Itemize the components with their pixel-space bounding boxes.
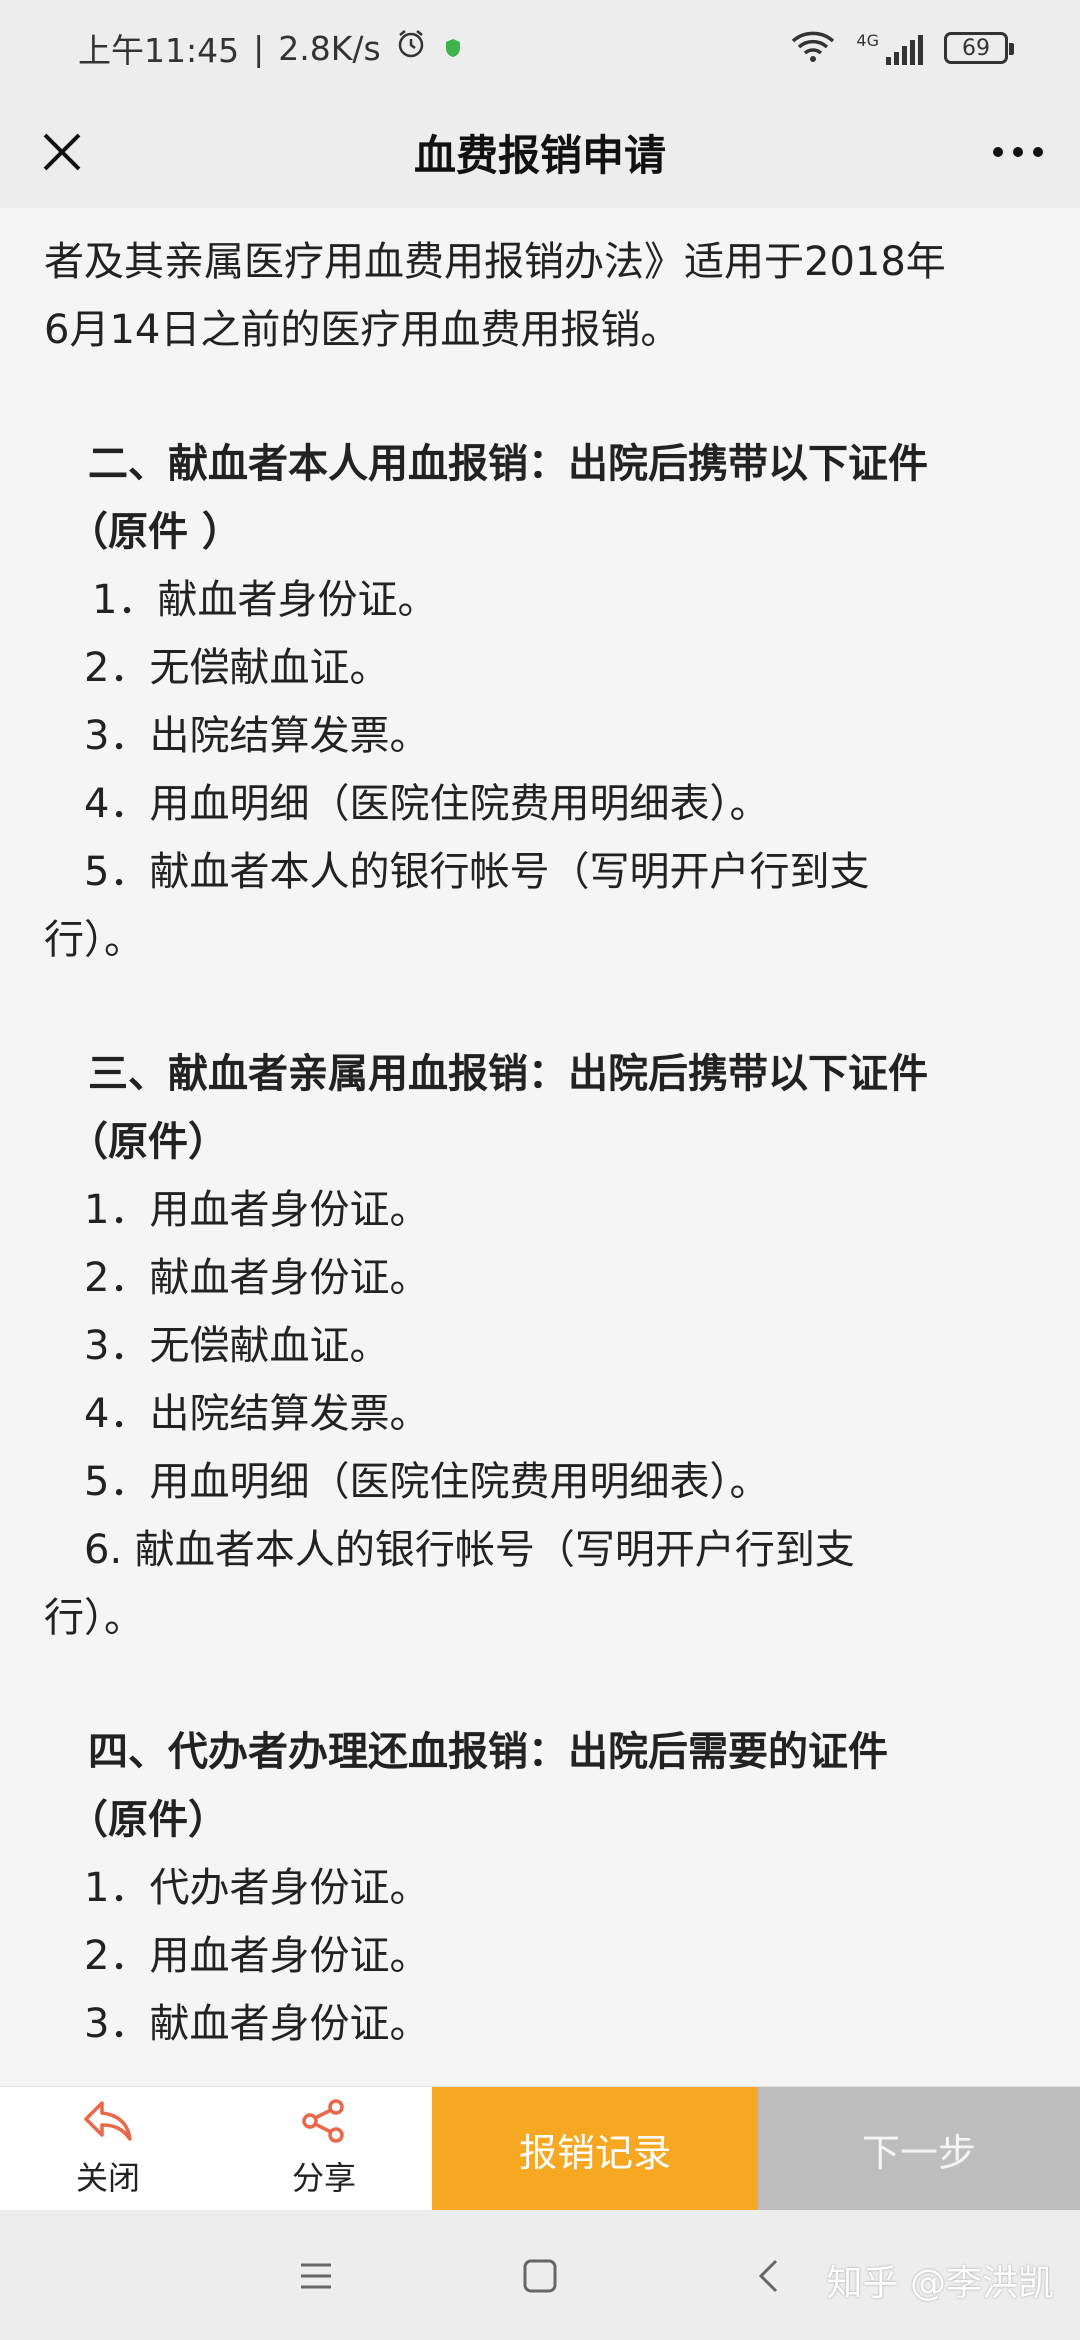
back-icon[interactable] [738,2246,798,2306]
list-item: 1．献血者身份证。 [92,577,438,623]
heading-line: （原件 ） [68,509,242,555]
share-label: 分享 [291,2159,356,2197]
section-heading: 四、代办者办理还血报销：出院后需要的证件 （原件） [44,1718,1036,1854]
home-icon[interactable] [510,2246,570,2306]
share-icon [300,2099,348,2147]
status-speed: 2.8K/s [278,28,381,68]
action-bar: 关闭 分享 报销记录 下一步 [0,2086,1080,2211]
network-type: 4G [856,31,879,50]
menu-icon[interactable] [286,2246,346,2306]
list-item: 1．代办者身份证。 [84,1865,430,1911]
heading-line: （原件） [68,1797,228,1843]
battery-icon: 69 [944,32,1014,64]
watermark: 知乎 @李洪凯 [826,2263,1054,2304]
heading-line: 三、献血者亲属用血报销：出院后携带以下证件 [88,1051,928,1097]
reimbursement-records-button[interactable]: 报销记录 [432,2087,758,2211]
status-right: 4G 69 [790,29,1014,67]
heading-line: （原件） [68,1119,228,1165]
section-heading: 二、献血者本人用血报销：出院后携带以下证件 （原件 ） [44,430,1036,566]
section-heading: 三、献血者亲属用血报销：出院后携带以下证件 （原件） [44,1040,1036,1176]
system-nav-bar: 知乎 @李洪凯 [0,2210,1080,2340]
intro-line: 6月14日之前的医疗用血费用报销。 [44,307,681,353]
heading-line: 二、献血者本人用血报销：出院后携带以下证件 [88,441,928,487]
list-item: 1．用血者身份证。 [84,1187,430,1233]
signal-icon: 4G [856,31,924,65]
list-item: 3．无偿献血证。 [84,1323,390,1369]
close-action-button[interactable]: 关闭 [0,2087,216,2211]
status-time: 上午11:45 [78,31,240,70]
heading-line: 四、代办者办理还血报销：出院后需要的证件 [88,1729,888,1775]
intro-text: 者及其亲属医疗用血费用报销办法》适用于2018年 6月14日之前的医疗用血费用报… [44,228,1036,364]
list-item-continuation: 行）。 [44,1595,144,1641]
more-icon[interactable] [986,120,1050,184]
list-item: 4．出院结算发票。 [84,1391,430,1437]
article-content: 者及其亲属医疗用血费用报销办法》适用于2018年 6月14日之前的医疗用血费用报… [0,208,1080,2086]
list-item: 2．献血者身份证。 [84,1255,430,1301]
status-left: 上午11:45 | 2.8K/s [78,24,465,72]
status-divider: | [253,28,265,68]
list-item: 3．献血者身份证。 [84,2001,430,2047]
next-step-button[interactable]: 下一步 [758,2087,1080,2211]
shield-icon [441,29,465,68]
reply-arrow-icon [82,2099,134,2147]
list-item: 4．用血明细（医院住院费用明细表）。 [84,781,770,827]
close-icon[interactable] [30,120,94,184]
status-bar: 上午11:45 | 2.8K/s 4G 69 [0,0,1080,96]
list-item: 3．出院结算发票。 [84,713,430,759]
wifi-icon [790,29,836,67]
title-bar: 血费报销申请 [0,96,1080,208]
alarm-icon [395,28,427,68]
battery-level: 69 [962,35,990,61]
page-title: 血费报销申请 [413,130,666,180]
share-button[interactable]: 分享 [216,2087,432,2211]
list-item-continuation: 行）。 [44,917,144,963]
list-item: 6. 献血者本人的银行帐号（写明开户行到支 [84,1527,855,1573]
list-item: 5．献血者本人的银行帐号（写明开户行到支 [84,849,870,895]
list-item: 2．用血者身份证。 [84,1933,430,1979]
list-item: 2．无偿献血证。 [84,645,390,691]
list-item: 5．用血明细（医院住院费用明细表）。 [84,1459,770,1505]
intro-line: 者及其亲属医疗用血费用报销办法》适用于2018年 [44,239,946,285]
close-action-label: 关闭 [75,2159,140,2197]
